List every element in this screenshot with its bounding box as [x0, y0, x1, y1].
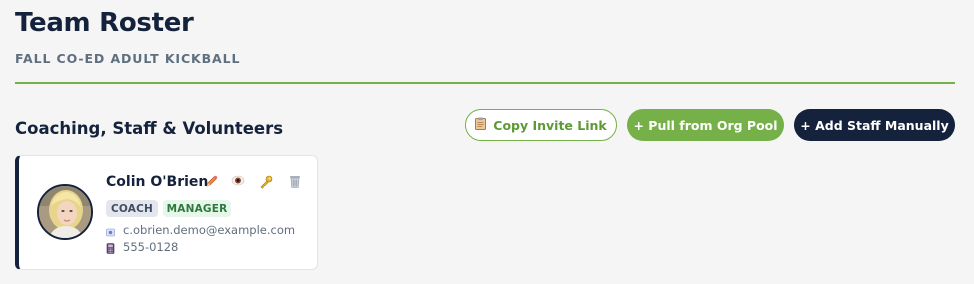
- page-subtitle: FALL CO-ED ADULT KICKBALL: [15, 51, 241, 66]
- trash-icon[interactable]: [289, 175, 301, 191]
- role-badge-coach: COACH: [106, 200, 158, 217]
- key-icon[interactable]: [259, 175, 273, 192]
- page-title: Team Roster: [15, 8, 194, 38]
- email-text: c.obrien.demo@example.com: [123, 223, 296, 237]
- contact-email: c.obrien.demo@example.com: [106, 223, 295, 237]
- section-title: Coaching, Staff & Volunteers: [15, 119, 284, 138]
- edit-pencil-icon[interactable]: [205, 175, 218, 191]
- contact-phone: 555-0128: [106, 240, 178, 254]
- header-divider: [15, 82, 955, 84]
- add-staff-manually-button[interactable]: + Add Staff Manually: [794, 109, 955, 141]
- staff-card: Colin O'Brien COACH MANAGER c.obrien.dem…: [15, 155, 318, 270]
- email-icon: [106, 226, 115, 236]
- view-eye-icon[interactable]: [231, 175, 245, 189]
- staff-name: Colin O'Brien: [106, 174, 209, 190]
- phone-text: 555-0128: [123, 240, 179, 254]
- phone-icon: [106, 242, 115, 254]
- clipboard-icon: [475, 117, 487, 133]
- role-badge-manager: MANAGER: [163, 200, 231, 217]
- avatar: [37, 184, 93, 240]
- pull-from-org-pool-button[interactable]: + Pull from Org Pool: [627, 109, 784, 141]
- copy-invite-link-button[interactable]: Copy Invite Link: [465, 109, 617, 141]
- copy-invite-link-label: Copy Invite Link: [493, 117, 607, 133]
